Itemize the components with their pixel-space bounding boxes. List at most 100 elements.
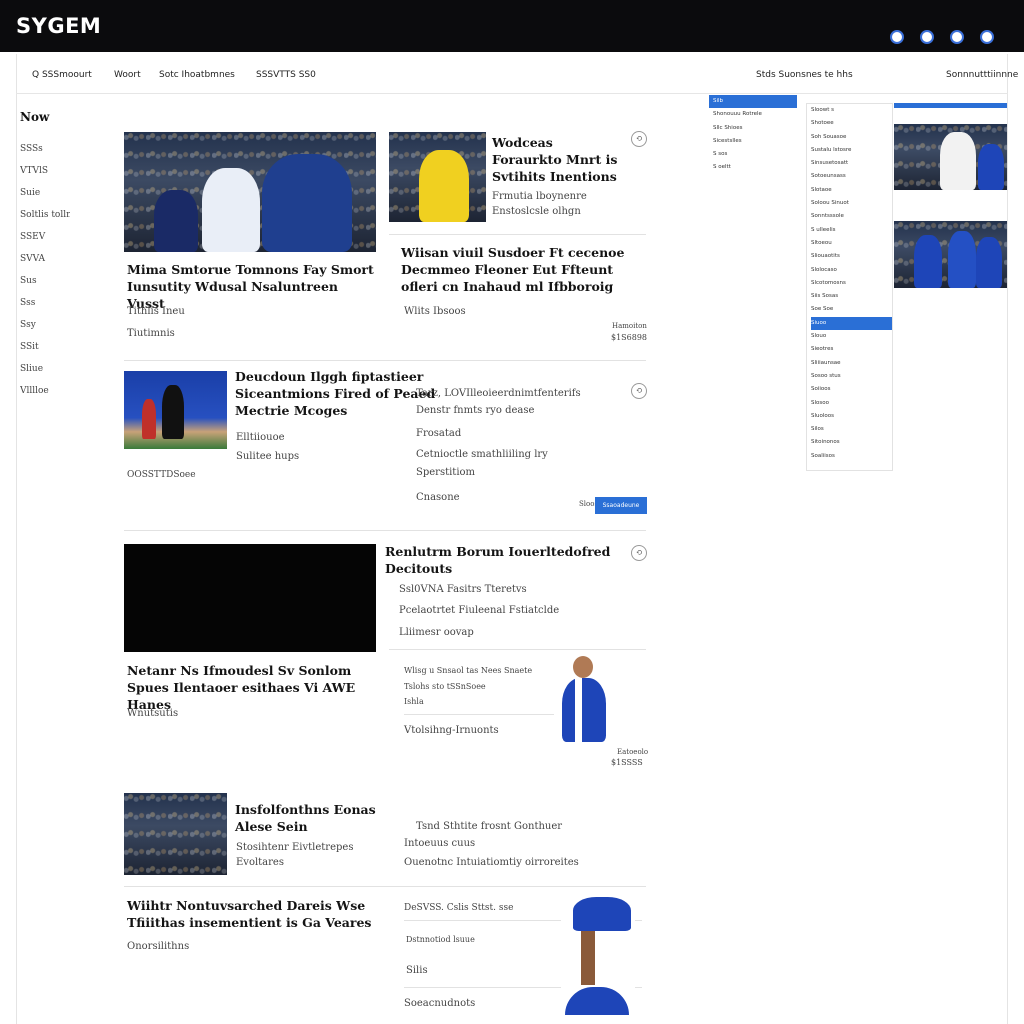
left-nav-item[interactable]: Sss (20, 292, 70, 314)
settings-icon[interactable] (980, 30, 994, 44)
card-photo[interactable] (389, 132, 486, 222)
card-meta: Sperstitiom (416, 467, 476, 478)
panel-item[interactable]: Silb (709, 95, 797, 109)
panel-menu-item[interactable]: Silos (811, 423, 892, 436)
left-nav-item[interactable]: SSSs (20, 138, 70, 160)
brand-logo[interactable]: SYGEM (16, 14, 101, 38)
left-nav-item[interactable]: Ssy (20, 314, 70, 336)
panel-menu-item[interactable]: Sloowt s (811, 104, 892, 117)
panel-menu-item[interactable]: Sieotres (811, 343, 892, 356)
card-meta: Denstr fnmts ryo dease (416, 405, 535, 416)
hero-photo[interactable] (124, 132, 376, 252)
panel-item[interactable]: S oeltt (709, 161, 797, 174)
card-headline[interactable]: Insfolfonthns Eonas Alese Sein (235, 801, 405, 835)
card-meta: Lliimesr oovap (399, 627, 474, 638)
bell-icon[interactable] (950, 30, 964, 44)
subnav-item[interactable]: Woort (114, 70, 141, 80)
divider (389, 649, 646, 650)
player-photo[interactable] (561, 895, 635, 1015)
sidebar-photo[interactable] (894, 124, 1007, 190)
left-nav-item[interactable]: Suie (20, 182, 70, 204)
player-leg (581, 931, 595, 985)
card-headline[interactable]: Wiisan viuil Susdoer Ft cecenoe Decmmeo … (401, 244, 646, 295)
left-nav-item[interactable]: Sus (20, 270, 70, 292)
panel-item[interactable]: Shonouuu Rotrele (709, 108, 797, 121)
left-nav-item[interactable]: Soltlis tolln (20, 204, 70, 226)
share-icon[interactable]: ⟲ (631, 131, 647, 147)
card-meta: Stosihtenr Eivtletrepes (236, 842, 354, 853)
card-headline[interactable]: Wodceas Foraurkto Mnrt is Svtihits Inent… (492, 134, 622, 185)
share-icon[interactable]: ⟲ (631, 383, 647, 399)
card-meta: Vtolsihng-Irnuonts (404, 725, 499, 736)
panel-item[interactable]: Sicestslles (709, 135, 797, 148)
panel-item[interactable]: S sos (709, 148, 797, 161)
panel-menu-item[interactable]: Sonntsssole (811, 210, 892, 223)
panel-menu-item[interactable]: Sosoo stus (811, 370, 892, 383)
panel-menu-item[interactable]: Sliiiaunsae (811, 357, 892, 370)
panel-menu-item[interactable]: Sustalu lstosre (811, 144, 892, 157)
left-nav-item[interactable]: VTVlS (20, 160, 70, 182)
card-meta: Intoeuus cuus (404, 838, 476, 849)
left-nav-item[interactable]: Sliue (20, 358, 70, 380)
subnav-item[interactable]: Stds Suonsnes te hhs (756, 70, 853, 80)
left-nav-item[interactable]: Vlllloe (20, 380, 70, 402)
panel-menu-item[interactable]: Sluoloos (811, 410, 892, 423)
panel-menu-item[interactable]: Slouo (811, 330, 892, 343)
panel-menu-item[interactable]: Siis Sosas (811, 290, 892, 303)
card-code: OOSSTTDSoee (127, 470, 196, 480)
card-headline[interactable]: Wiihtr Nontuvsarched Dareis Wse Tfiiitha… (127, 897, 377, 931)
sidebar-photo[interactable] (894, 221, 1007, 288)
panel-menu-item[interactable]: Soh Souasoe (811, 131, 892, 144)
subnav-item[interactable]: Sonnnutttiinnne (946, 70, 1018, 80)
panel-menu-item[interactable]: Soloou Sinuot (811, 197, 892, 210)
left-nav-item[interactable]: SSit (20, 336, 70, 358)
panel-menu-item[interactable]: Shotoee (811, 117, 892, 130)
panel-menu-item-active[interactable]: Siuoo (811, 316, 892, 331)
panel-menu-item[interactable]: Sotoeunsass (811, 170, 892, 183)
subnav-item[interactable]: SSSVTTS SS0 (256, 70, 316, 80)
divider (124, 886, 646, 887)
card-meta: Dstnnotiod lsuue (406, 935, 475, 944)
read-more-button[interactable]: Ssaoadeune (595, 497, 647, 514)
card-headline[interactable]: Renlutrm Borum Iouerltedofred Decitouts (385, 543, 615, 577)
panel-menu-item[interactable]: Soe Soe (811, 303, 892, 316)
video-player[interactable] (124, 544, 376, 652)
panel-item[interactable]: Sllc Shioes (709, 122, 797, 135)
panel-menu-item[interactable]: Slotaoe (811, 184, 892, 197)
player-figure (562, 678, 606, 742)
card-meta: Tslohs sto tSSnSoee (404, 682, 486, 691)
panel-menu-item[interactable]: Sinsusetosatt (811, 157, 892, 170)
card-headline[interactable]: Netanr Ns Ifmoudesl Sv Sonlom Spues Ilen… (127, 662, 377, 713)
panel-menu-item[interactable]: S ulleelis (811, 224, 892, 237)
top-icons (890, 30, 994, 44)
card-photo[interactable] (124, 371, 227, 449)
card-headline[interactable]: Mima Smtorue Tomnons Fay Smort Iunsutity… (127, 261, 377, 312)
left-nav-item[interactable]: SSEV (20, 226, 70, 248)
user-icon[interactable] (920, 30, 934, 44)
left-nav-item[interactable]: SVVA (20, 248, 70, 270)
card-meta: Cetnioctle smathliiling lry (416, 449, 548, 460)
card-time: $1S6898 (611, 333, 648, 342)
panel-menu-item[interactable]: Sliouaotits (811, 250, 892, 263)
panel-menu-item[interactable]: Sitoinonos (811, 436, 892, 449)
card-time: $1SSSS (611, 758, 643, 767)
card-meta: Frmutia lboynenre (492, 191, 587, 202)
player-figure (914, 235, 942, 288)
subnav-item[interactable]: Sotc Ihoatbmnes (159, 70, 235, 80)
player-photo[interactable] (554, 654, 630, 742)
player-figure (202, 168, 260, 252)
card-meta: DeSVSS. Cslis Sttst. sse (404, 903, 514, 913)
panel-menu-item[interactable]: Slcotomosns (811, 277, 892, 290)
panel-menu-item[interactable]: Sltoeou (811, 237, 892, 250)
panel-menu-item[interactable]: Soaliisos (811, 450, 892, 463)
panel-menu-item[interactable]: Slosoo (811, 397, 892, 410)
card-photo[interactable] (124, 793, 227, 875)
share-icon[interactable]: ⟲ (631, 545, 647, 561)
panel-menu-item[interactable]: Slolocaso (811, 264, 892, 277)
panel-menu-item[interactable]: Soiioos (811, 383, 892, 396)
subnav-search[interactable]: Q SSSmoourt (32, 70, 92, 80)
globe-icon[interactable] (890, 30, 904, 44)
left-nav-now[interactable]: Now (20, 110, 70, 124)
sub-navigation: Q SSSmoourt Woort Sotc Ihoatbmnes SSSVTT… (16, 56, 1018, 94)
card-meta: Wlits Ibsoos (404, 306, 466, 317)
